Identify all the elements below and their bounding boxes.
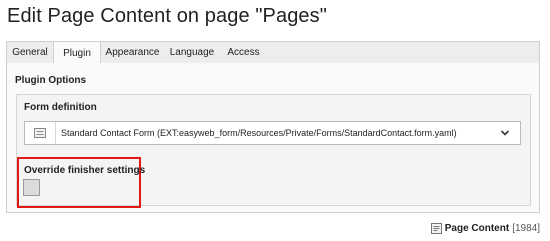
tab-bar: General Plugin Appearance Language Acces… [6,41,540,65]
page-title: Edit Page Content on page "Pages" [7,5,327,27]
tab-plugin[interactable]: Plugin [53,41,101,65]
override-finisher-checkbox[interactable] [23,179,40,196]
tab-general[interactable]: General [7,42,53,63]
form-definition-label: Form definition [24,102,97,113]
form-icon [25,122,56,144]
content-record-icon [430,223,442,234]
record-uid: [1984] [512,223,540,234]
record-type: Page Content [444,223,510,234]
override-finisher-label: Override finisher settings [24,165,146,176]
tab-language[interactable]: Language [164,42,220,63]
chevron-down-icon [500,130,510,136]
plugin-options-title: Plugin Options [15,75,87,86]
tab-access[interactable]: Access [220,42,267,63]
form-definition-value: Standard Contact Form (EXT:easyweb_form/… [61,128,457,138]
tab-appearance[interactable]: Appearance [101,42,164,63]
form-definition-select[interactable]: Standard Contact Form (EXT:easyweb_form/… [24,121,521,145]
record-footer: Page Content [1984] [430,223,540,234]
